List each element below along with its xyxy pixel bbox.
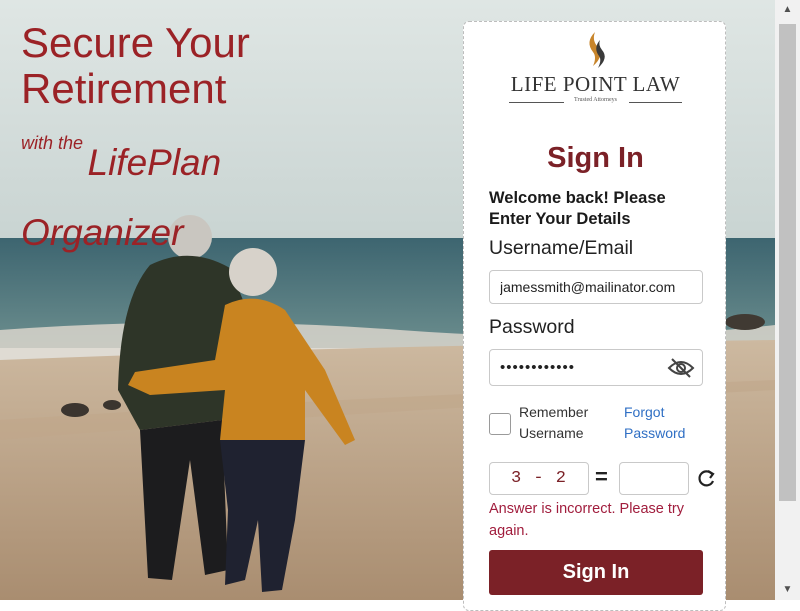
- captcha-equals: =: [595, 464, 608, 489]
- brand-tagline: Trusted Attorneys: [574, 97, 617, 103]
- hero-subtitle: with the LifePlan Organizer: [21, 128, 261, 268]
- hero-title: Secure Your Retirement: [21, 20, 250, 112]
- refresh-icon[interactable]: [695, 468, 717, 490]
- remember-label: Remember Username: [519, 404, 589, 441]
- page-scrollbar[interactable]: ▲ ▼: [775, 0, 800, 600]
- hero-title-line1: Secure Your: [21, 19, 250, 66]
- scroll-up-arrow-icon[interactable]: ▲: [775, 0, 800, 20]
- captcha-question: 3 - 2: [489, 462, 589, 495]
- password-label: Password: [489, 316, 575, 338]
- captcha-error-message: Answer is incorrect. Please try again.: [489, 501, 685, 539]
- hero-title-line2: Retirement: [21, 65, 227, 112]
- hero-subtitle-product: LifePlan: [87, 142, 222, 183]
- hero-subtitle-suffix: Organizer: [21, 212, 184, 253]
- captcha-answer-input[interactable]: [619, 462, 689, 495]
- remember-checkbox[interactable]: [489, 413, 511, 435]
- hero-subtitle-prefix: with the: [21, 133, 84, 153]
- eye-slash-icon[interactable]: [667, 357, 695, 379]
- signin-heading: Sign In: [547, 142, 644, 174]
- login-card: LIFE POINT LAW Trusted Attorneys Sign In…: [463, 21, 726, 611]
- username-input[interactable]: [489, 270, 703, 304]
- welcome-message: Welcome back! Please Enter Your Details: [489, 189, 666, 228]
- signin-button[interactable]: Sign In: [489, 550, 703, 595]
- forgot-password-link[interactable]: Forgot Password: [624, 402, 714, 444]
- scroll-down-arrow-icon[interactable]: ▼: [775, 580, 800, 600]
- brand-logo: [464, 30, 727, 75]
- username-label: Username/Email: [489, 237, 634, 259]
- scroll-thumb[interactable]: [779, 24, 796, 501]
- brand-name: LIFE POINT LAW: [510, 72, 681, 96]
- flame-logo-icon: [588, 32, 605, 68]
